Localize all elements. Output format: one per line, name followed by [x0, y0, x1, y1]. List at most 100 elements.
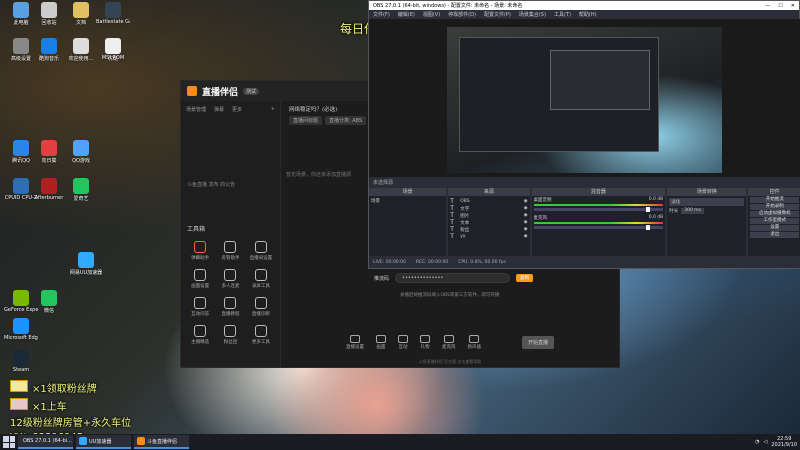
- volume-slider-desktop[interactable]: [533, 207, 664, 212]
- transition-select[interactable]: 淡化: [669, 198, 745, 206]
- tool-item[interactable]: 多人连麦: [217, 269, 243, 289]
- volume-slider-mic[interactable]: [533, 225, 664, 230]
- app-icon: [73, 140, 89, 156]
- preview-image: [447, 27, 722, 173]
- desktop-icon[interactable]: 向日葵: [33, 140, 65, 164]
- desktop-icon[interactable]: QQ游戏: [65, 140, 97, 164]
- tool-item[interactable]: 弹幕助手: [187, 241, 213, 261]
- source-item[interactable]: Tyy ◉: [450, 233, 527, 240]
- taskbar-app-icon: [137, 437, 145, 445]
- desktop-icon[interactable]: MSI.ROM: [97, 38, 129, 61]
- mixer-dock-title: 混音器: [531, 188, 666, 196]
- desktop-icon[interactable]: Battlestate Games L...: [96, 2, 130, 25]
- start-live-button[interactable]: 开始直播: [521, 335, 554, 349]
- bottom-tool[interactable]: 画面: [376, 334, 386, 350]
- desktop-icon[interactable]: 酷狗音乐: [33, 38, 65, 62]
- obs-menu-item[interactable]: 场景集合(S): [519, 11, 546, 18]
- bottom-tool[interactable]: 麦克风: [442, 334, 456, 350]
- volume-icon[interactable]: ◁: [764, 439, 768, 445]
- network-icon[interactable]: ◔: [755, 439, 759, 445]
- control-button[interactable]: 开始推流: [750, 197, 799, 203]
- visibility-icon[interactable]: ◉: [524, 206, 528, 211]
- desktop-icon[interactable]: 文档: [65, 2, 97, 26]
- bottom-tool[interactable]: 直播设置: [346, 334, 364, 350]
- obs-menu-item[interactable]: 工具(T): [554, 11, 571, 18]
- bottom-tool-label: 画面: [376, 344, 386, 350]
- push-code-tip: 关播后将推流码填入OBS等第三方软件，即可开播: [400, 293, 500, 298]
- obs-menu-item[interactable]: 帮助(H): [579, 11, 597, 18]
- source-item[interactable]: T 文本 ◉: [450, 219, 527, 226]
- tab-danmaku[interactable]: 弹幕: [214, 106, 224, 113]
- visibility-icon[interactable]: ◉: [524, 220, 528, 225]
- desktop-icon[interactable]: 欢迎使用...: [65, 38, 97, 62]
- desktop-icon[interactable]: Microsoft Edge: [4, 318, 38, 341]
- tool-item[interactable]: 直播诊断: [248, 297, 274, 317]
- clock[interactable]: 22:59 2021/9/10: [771, 436, 797, 448]
- obs-minimize-icon[interactable]: —: [765, 3, 770, 9]
- app-icon: [41, 38, 57, 54]
- desktop-icon-label: 酷狗音乐: [38, 56, 59, 62]
- tool-label: 更多工具: [251, 340, 270, 345]
- taskbar-item[interactable]: 斗鱼直播伴侣: [134, 435, 189, 449]
- source-item[interactable]: T 文字 ◉: [450, 205, 527, 212]
- source-item[interactable]: T OBS ◉: [450, 198, 527, 205]
- obs-menu-item[interactable]: 编辑(E): [398, 11, 415, 18]
- tool-item[interactable]: 主播精选: [187, 325, 213, 345]
- tool-label: 多人连麦: [221, 284, 240, 289]
- desktop-icon[interactable]: 回收站: [33, 2, 65, 26]
- desktop-icon[interactable]: Afterburner: [33, 178, 65, 201]
- obs-menu-item[interactable]: 停靠部件(D): [448, 11, 476, 18]
- system-tray: ◔ ◁ 22:59 2021/9/10: [755, 436, 797, 448]
- tool-item[interactable]: 互动问答: [187, 297, 213, 317]
- live-status: LIVE: 00:00:00: [373, 259, 406, 265]
- add-icon[interactable]: +: [271, 106, 275, 113]
- tool-item[interactable]: 画面设置: [187, 269, 213, 289]
- tool-item[interactable]: 粉丝团: [217, 325, 243, 345]
- duration-input[interactable]: 300 ms: [681, 208, 704, 214]
- title-chip[interactable]: 直播间标题: [289, 116, 323, 125]
- desktop-icon[interactable]: 网易UU加速器: [70, 252, 102, 276]
- tab-more[interactable]: 更多: [232, 106, 242, 113]
- tool-item[interactable]: 直播间设置: [248, 241, 274, 261]
- source-item[interactable]: T 图片 ◉: [450, 212, 527, 219]
- control-button[interactable]: 开始录制: [750, 204, 799, 210]
- tool-label: 直播教程: [221, 312, 240, 317]
- visibility-icon[interactable]: ◉: [524, 199, 528, 204]
- visibility-icon[interactable]: ◉: [524, 227, 528, 232]
- bottom-tool-label: 扬声器: [467, 344, 482, 350]
- control-button[interactable]: 启动虚拟摄像机: [750, 211, 799, 217]
- bottom-tool[interactable]: 扬声器: [467, 334, 482, 350]
- category-chip[interactable]: 直播分类: ABS: [325, 116, 367, 125]
- live-helper-footer: 斗鱼直播伴侣 官方版 点击查看帮助: [418, 359, 482, 364]
- control-button[interactable]: 工作室模式: [750, 218, 799, 224]
- visibility-icon[interactable]: ◉: [524, 234, 528, 239]
- taskbar-item[interactable]: UU加速器: [76, 435, 131, 449]
- visibility-icon[interactable]: ◉: [524, 213, 528, 218]
- start-icon[interactable]: [3, 436, 15, 448]
- header-question: 网络稳定吗？(必选): [289, 107, 338, 113]
- taskbar-item[interactable]: OBS 27.0.1 (64-bi...: [18, 435, 73, 449]
- bottom-tool[interactable]: 礼物: [420, 334, 430, 350]
- source-item[interactable]: T 粉丝 ◉: [450, 226, 527, 233]
- obs-menu-item[interactable]: 配置文件(P): [484, 11, 511, 18]
- obs-menu-item[interactable]: 文件(F): [373, 11, 390, 18]
- obs-maximize-icon[interactable]: ☐: [778, 3, 782, 9]
- push-code-input[interactable]: ••••••••••••••: [395, 273, 511, 283]
- desktop-icon[interactable]: Steam: [5, 350, 37, 373]
- tool-item[interactable]: 录屏工具: [248, 269, 274, 289]
- obs-close-icon[interactable]: ✕: [791, 3, 795, 9]
- bottom-tool[interactable]: 互动: [398, 334, 408, 350]
- app-icon: [73, 178, 89, 194]
- copy-push-code-button[interactable]: 复制: [516, 274, 534, 282]
- tool-item[interactable]: 直播教程: [217, 297, 243, 317]
- desktop-icon[interactable]: 微信: [33, 290, 65, 314]
- tool-item[interactable]: 更多工具: [248, 325, 274, 345]
- tool-item[interactable]: 房管助手: [217, 241, 243, 261]
- desktop-icon[interactable]: 爱奇艺: [65, 178, 97, 202]
- tab-scenes[interactable]: 场景管理: [186, 106, 206, 113]
- control-button[interactable]: 退出: [750, 232, 799, 238]
- obs-menu-item[interactable]: 视图(V): [423, 11, 440, 18]
- toolbox-grid: 弹幕助手 房管助手 直播间设置画面设置 多人连麦 录屏工具互动问答 直播教程 直播诊断主播精…: [187, 241, 274, 345]
- scene-item[interactable]: 场景: [371, 198, 444, 204]
- control-button[interactable]: 设置: [750, 225, 799, 231]
